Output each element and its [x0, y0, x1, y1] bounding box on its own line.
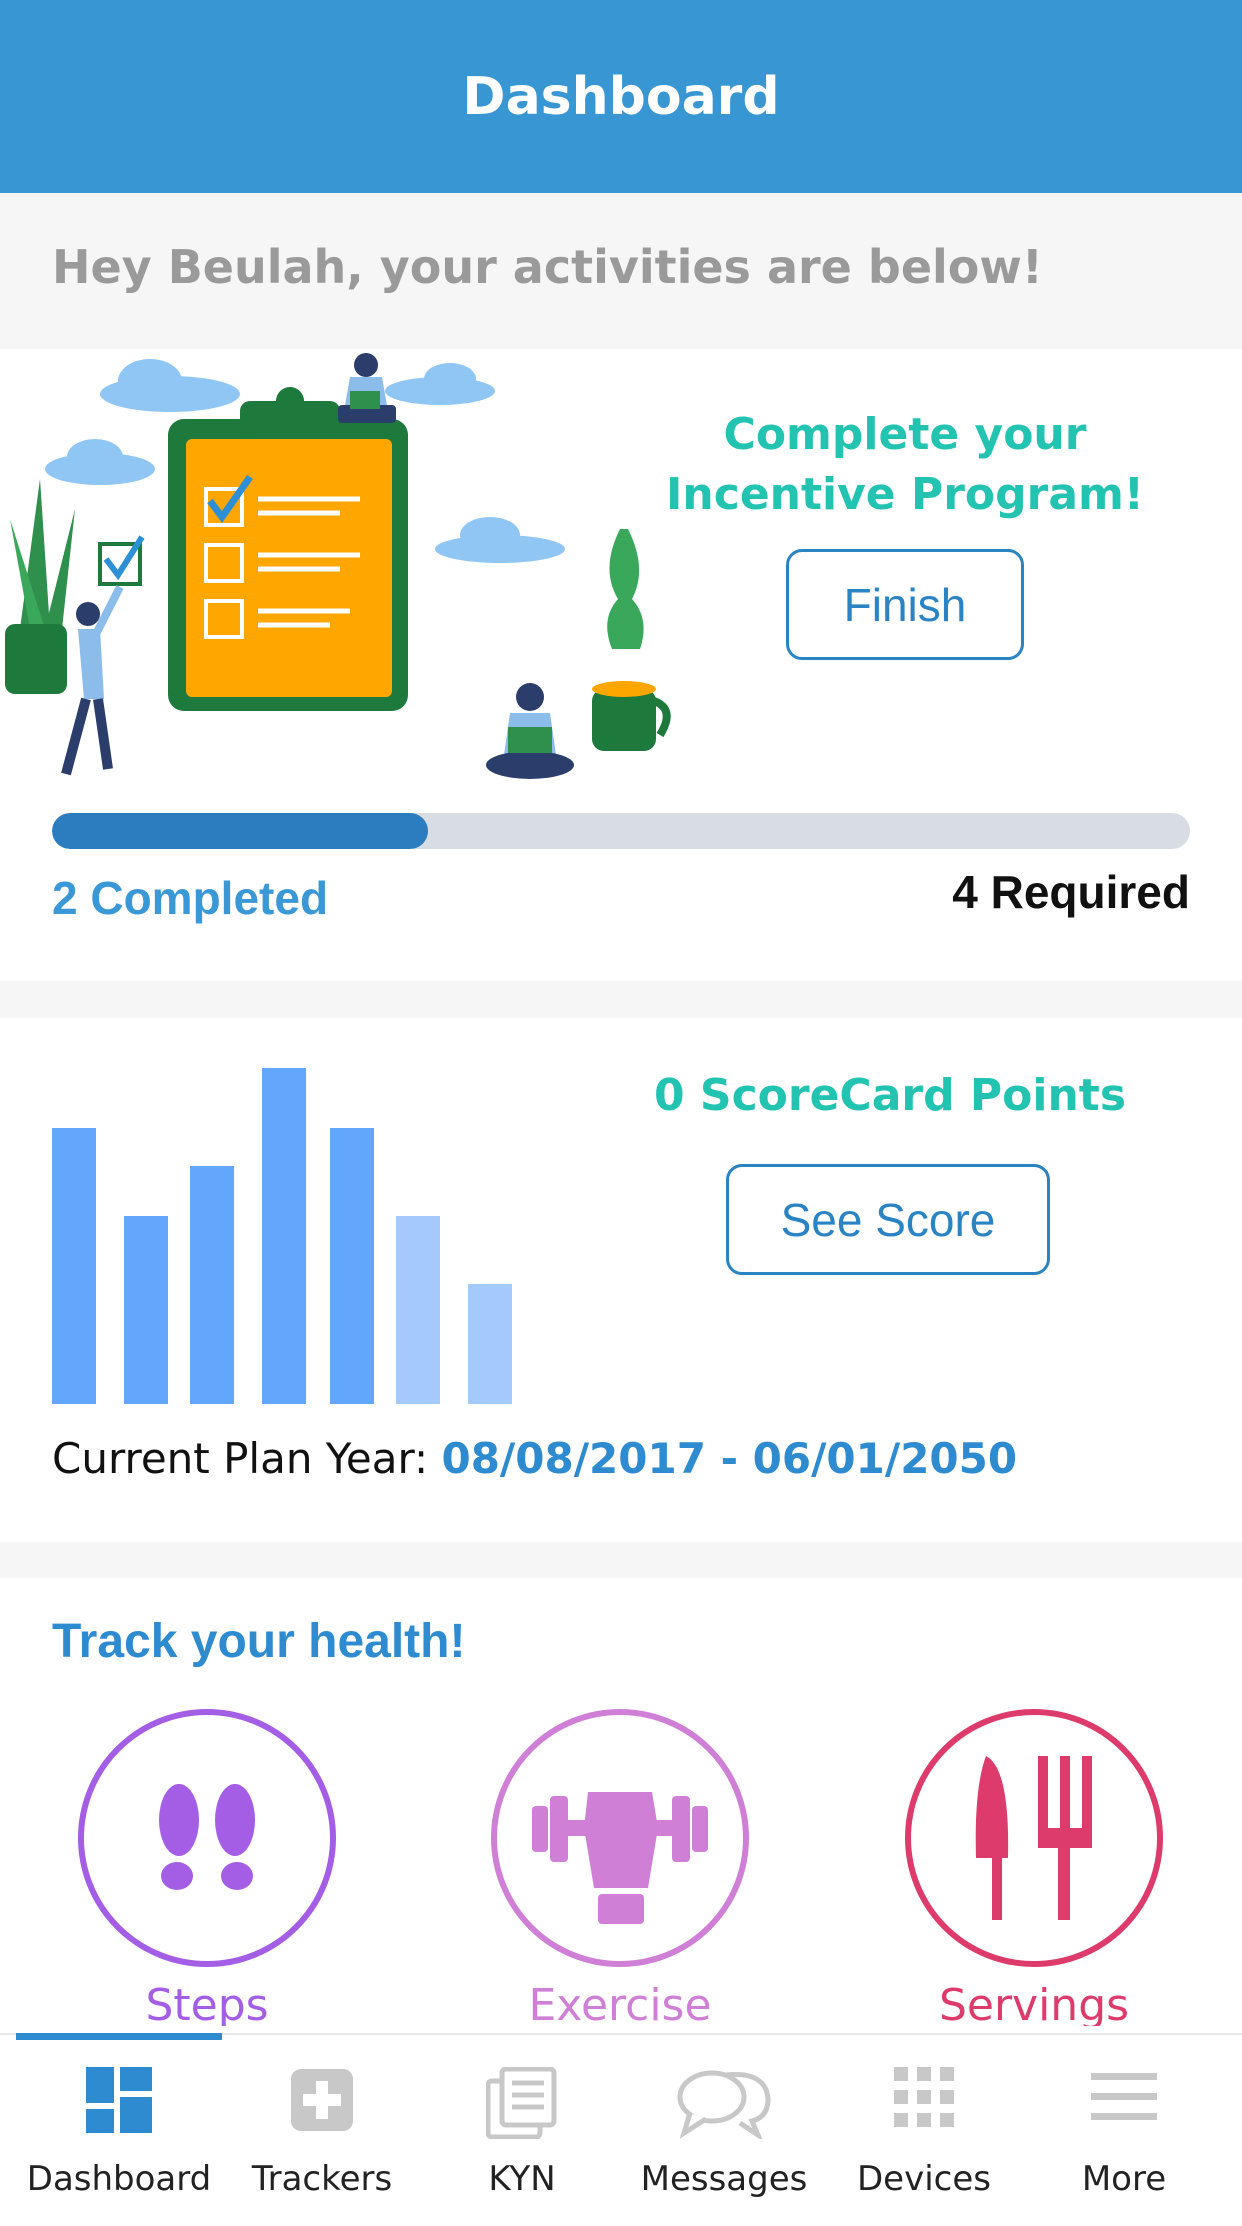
- tracker-servings[interactable]: Servings: [904, 1708, 1164, 2026]
- dashboard-icon: [86, 2067, 152, 2133]
- chart-bar: [330, 1128, 374, 1404]
- plan-year-label: Current Plan Year:: [52, 1434, 442, 1483]
- tab-label: KYN: [488, 2159, 556, 2199]
- tracker-steps[interactable]: Steps: [77, 1708, 337, 2026]
- page-title: Dashboard: [462, 66, 780, 127]
- bottom-tab-bar: Dashboard Trackers KYN Messages Devices …: [0, 2033, 1242, 2226]
- greeting-text: Hey Beulah, your activities are below!: [52, 240, 1043, 294]
- completed-count: 2 Completed: [52, 872, 329, 924]
- clipboard-illustration: [5, 353, 671, 779]
- required-count: 4 Required: [952, 866, 1190, 918]
- knife-fork-icon: [905, 1709, 1163, 1967]
- incentive-title: Complete your Incentive Program!: [630, 405, 1180, 525]
- tab-label: Trackers: [251, 2159, 393, 2199]
- footprints-icon: [78, 1709, 336, 1967]
- tracker-label: Servings: [938, 1980, 1130, 2026]
- chat-bubbles-icon: [677, 2070, 771, 2139]
- dumbbell-fist-icon: [491, 1709, 749, 1967]
- chart-bar: [396, 1216, 440, 1404]
- track-title: Track your health!: [52, 1615, 466, 1668]
- plus-box-icon: [291, 2069, 353, 2131]
- tab-devices[interactable]: Devices: [824, 2035, 1024, 2226]
- tab-label: Devices: [857, 2159, 991, 2199]
- news-icon: [486, 2067, 557, 2139]
- finish-button[interactable]: Finish: [786, 549, 1024, 660]
- scorecard-points: 0 ScoreCard Points: [653, 1070, 1127, 1121]
- incentive-progress-bar: [52, 813, 1190, 849]
- tab-label: More: [1081, 2159, 1167, 2199]
- tab-trackers[interactable]: Trackers: [222, 2035, 422, 2226]
- incentive-title-line2: Incentive Program!: [666, 469, 1144, 520]
- chart-bar: [468, 1284, 512, 1404]
- plan-year-dates: 08/08/2017 - 06/01/2050: [441, 1434, 1018, 1483]
- incentive-card: Complete your Incentive Program! Finish …: [0, 349, 1242, 981]
- tab-kyn[interactable]: KYN: [422, 2035, 622, 2226]
- tab-dashboard[interactable]: Dashboard: [19, 2035, 219, 2226]
- chart-bar: [190, 1166, 234, 1404]
- grid-dots-icon: [894, 2067, 954, 2127]
- chart-bar: [52, 1128, 96, 1404]
- chart-bar: [262, 1068, 306, 1404]
- chart-bar: [124, 1216, 168, 1404]
- scorecard-card: 0 ScoreCard Points See Score Current Pla…: [0, 1018, 1242, 1542]
- see-score-button[interactable]: See Score: [726, 1164, 1050, 1275]
- tab-label: Messages: [640, 2159, 808, 2199]
- tab-messages[interactable]: Messages: [624, 2035, 824, 2226]
- menu-lines-icon: [1091, 2073, 1157, 2120]
- bar-chart-graphic: [52, 1068, 512, 1404]
- plan-year: Current Plan Year: 08/08/2017 - 06/01/20…: [52, 1434, 1017, 1483]
- tracker-exercise[interactable]: Exercise: [490, 1708, 750, 2026]
- tab-more[interactable]: More: [1024, 2035, 1224, 2226]
- incentive-title-line1: Complete your: [723, 409, 1087, 460]
- tracker-label: Exercise: [528, 1980, 712, 2026]
- track-health-card: Track your health! Steps Exercise Servin…: [0, 1578, 1242, 2033]
- tracker-label: Steps: [145, 1980, 269, 2026]
- incentive-progress-fill: [52, 813, 428, 849]
- app-header: Dashboard: [0, 0, 1242, 193]
- tab-label: Dashboard: [26, 2159, 212, 2199]
